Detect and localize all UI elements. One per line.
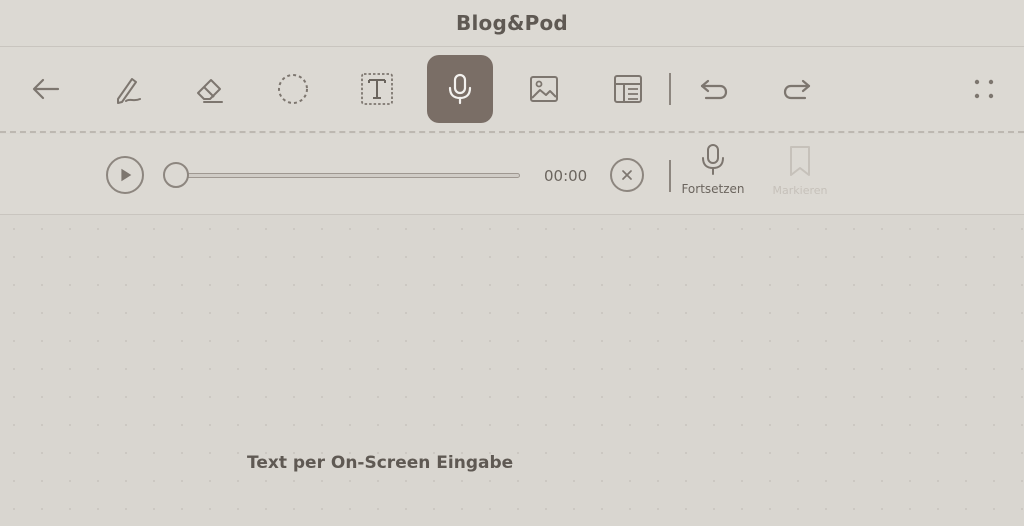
text-box-button[interactable] bbox=[344, 55, 410, 123]
pen-tool-button[interactable] bbox=[95, 55, 161, 123]
undo-icon bbox=[700, 79, 728, 100]
toolbar-divider bbox=[669, 73, 671, 105]
back-arrow-icon bbox=[32, 78, 60, 100]
audio-bar-divider bbox=[669, 160, 671, 192]
lasso-select-button[interactable] bbox=[260, 55, 326, 123]
bookmark-button[interactable]: Markieren bbox=[762, 144, 838, 204]
title-bar: Blog&Pod bbox=[0, 0, 1024, 47]
close-recording-button[interactable] bbox=[610, 158, 644, 192]
layout-template-button[interactable] bbox=[595, 55, 661, 123]
playback-time: 00:00 bbox=[544, 167, 588, 185]
microphone-icon bbox=[702, 144, 724, 175]
voice-record-button[interactable] bbox=[427, 55, 493, 123]
eraser-tool-button[interactable] bbox=[177, 55, 243, 123]
writing-canvas[interactable]: Text per On-Screen Eingabe bbox=[0, 215, 1024, 526]
toolbar-separator bbox=[0, 131, 1024, 133]
microphone-icon bbox=[448, 73, 472, 105]
playback-progress-handle[interactable] bbox=[163, 162, 189, 188]
layout-template-icon bbox=[614, 75, 642, 103]
canvas-hint-text: Text per On-Screen Eingabe bbox=[247, 453, 514, 473]
play-button[interactable] bbox=[106, 156, 144, 194]
bookmark-icon bbox=[790, 146, 810, 176]
more-options-button[interactable] bbox=[951, 55, 1017, 123]
toolbar bbox=[0, 47, 1024, 133]
undo-button[interactable] bbox=[681, 55, 747, 123]
image-icon bbox=[530, 76, 558, 102]
app-title: Blog&Pod bbox=[456, 11, 568, 35]
insert-image-button[interactable] bbox=[511, 55, 577, 123]
playback-progress-track[interactable] bbox=[178, 173, 520, 178]
continue-recording-button[interactable]: Fortsetzen bbox=[673, 142, 753, 206]
play-icon bbox=[121, 168, 132, 182]
redo-button[interactable] bbox=[764, 55, 830, 123]
audio-recorder-bar: 00:00 Fortsetzen Markieren bbox=[0, 134, 1024, 215]
bookmark-label: Markieren bbox=[772, 184, 828, 197]
eraser-icon bbox=[197, 79, 223, 103]
redo-icon bbox=[783, 79, 811, 100]
lasso-select-icon bbox=[278, 74, 308, 104]
pen-icon bbox=[117, 78, 141, 104]
more-options-icon bbox=[974, 79, 994, 99]
continue-recording-label: Fortsetzen bbox=[681, 182, 745, 196]
close-icon bbox=[622, 170, 632, 180]
text-box-icon bbox=[361, 73, 393, 105]
back-button[interactable] bbox=[13, 55, 79, 123]
